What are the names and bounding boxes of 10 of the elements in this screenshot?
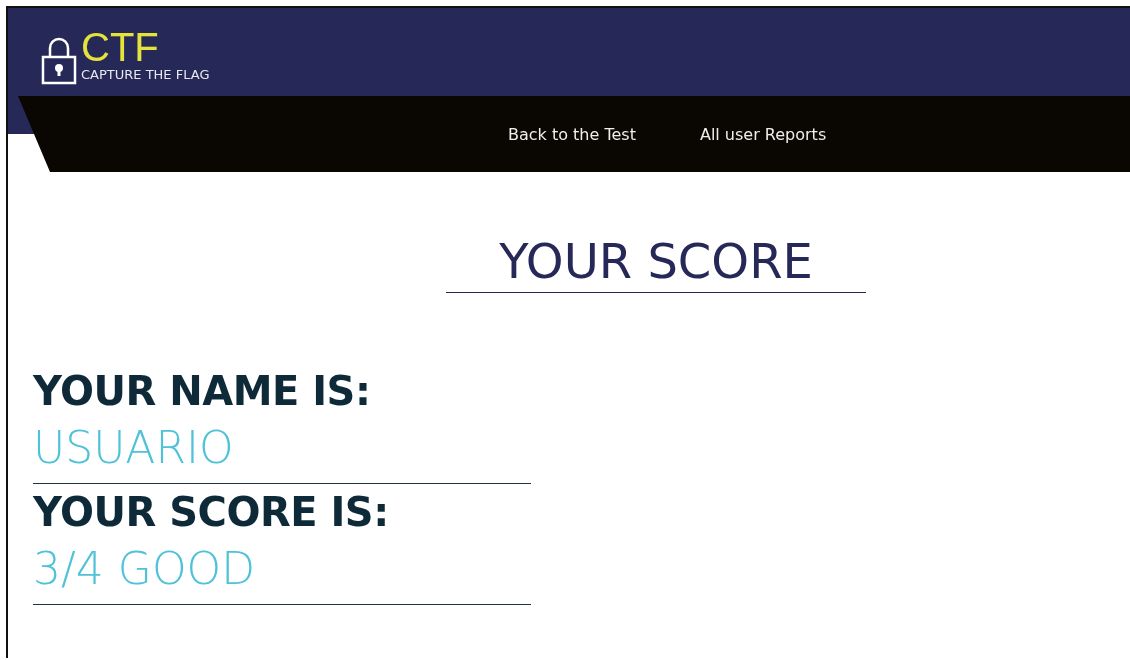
nav-link[interactable]: Back to the Test	[508, 124, 636, 144]
field-label: YOUR NAME IS:	[33, 367, 372, 416]
padlock-icon	[41, 37, 77, 85]
field-value: 3/4 GOOD	[33, 542, 257, 596]
page-title: YOUR SCORE	[446, 230, 866, 293]
logo-subtitle: CAPTURE THE FLAG	[81, 67, 210, 83]
logo-title: CTF	[81, 27, 160, 67]
field-value: USUARIO	[33, 421, 235, 475]
field-label: YOUR SCORE IS:	[33, 488, 390, 537]
nav-link[interactable]: All user Reports	[699, 124, 827, 144]
